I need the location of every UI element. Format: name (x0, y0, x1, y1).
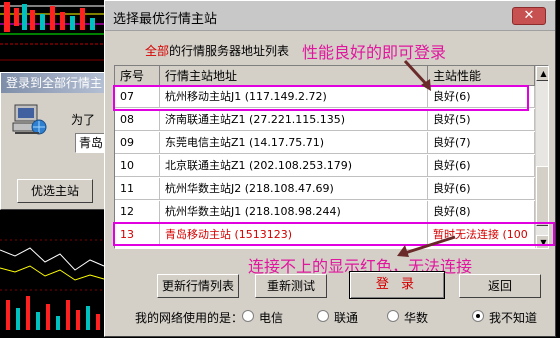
network-label: 我的网络使用的是： (135, 311, 244, 325)
dialog-title: 选择最优行情主站 (113, 12, 218, 27)
annotation-good-performance: 性能良好的即可登录 (302, 43, 447, 62)
dialog-titlebar: 选择最优行情主站 ✕ (105, 1, 555, 31)
scroll-up-icon[interactable]: ▲ (536, 66, 548, 81)
row-index: 09 (115, 132, 160, 154)
radio-unicom[interactable] (317, 310, 329, 322)
row-status: 良好(6) (428, 155, 535, 177)
row-status: 良好(7) (428, 132, 535, 154)
login-dialog-title: 登录到全部行情主 (1, 73, 111, 93)
table-row[interactable]: 08 济南联通主站Z1 (27.221.115.135) 良好(5) (115, 109, 535, 131)
network-type-group: 我的网络使用的是： 电信 联通 华数 我不知道 (135, 309, 555, 327)
close-icon: ✕ (523, 8, 535, 23)
select-server-dialog: 选择最优行情主站 ✕ 全部的行情服务器地址列表 性能良好的即可登录 序号 行情主… (104, 0, 556, 337)
row-address: 北京联通主站Z1 (202.108.253.179) (160, 155, 428, 177)
header-address[interactable]: 行情主站地址 (160, 66, 428, 86)
highlight-good-row (113, 85, 529, 111)
preferred-server-button[interactable]: 优选主站 (17, 179, 93, 203)
caption-rest: 的行情服务器地址列表 (169, 44, 290, 58)
back-button[interactable]: 返回 (459, 274, 541, 298)
server-list-caption: 全部的行情服务器地址列表 (145, 42, 289, 59)
radio-wasu[interactable] (387, 310, 399, 322)
login-button[interactable]: 登 录 (349, 271, 445, 299)
row-status: 良好(5) (428, 109, 535, 131)
radio-unknown-label[interactable]: 我不知道 (489, 309, 537, 326)
radio-unicom-label[interactable]: 联通 (334, 309, 358, 326)
row-address: 杭州华数主站J1 (218.108.98.244) (160, 201, 428, 223)
radio-wasu-label[interactable]: 华数 (404, 309, 428, 326)
row-index: 12 (115, 201, 160, 223)
retest-button[interactable]: 重新测试 (255, 274, 327, 298)
close-button[interactable]: ✕ (512, 7, 546, 25)
network-computer-icon (11, 103, 47, 139)
row-address: 东莞电信主站Z1 (14.17.75.71) (160, 132, 428, 154)
row-address: 杭州华数主站J2 (218.108.47.69) (160, 178, 428, 200)
header-index[interactable]: 序号 (115, 66, 160, 86)
row-address: 济南联通主站Z1 (27.221.115.135) (160, 109, 428, 131)
radio-telecom[interactable] (242, 310, 254, 322)
row-index: 11 (115, 178, 160, 200)
row-index: 10 (115, 155, 160, 177)
row-status: 良好(8) (428, 201, 535, 223)
update-list-button[interactable]: 更新行情列表 (157, 274, 239, 298)
login-prompt-text: 为了 (71, 113, 96, 127)
table-header: 序号 行情主站地址 主站性能 (115, 66, 535, 86)
caption-all: 全部 (145, 44, 170, 58)
radio-unknown[interactable] (472, 310, 484, 322)
highlight-error-row (113, 222, 555, 246)
table-row[interactable]: 10 北京联通主站Z1 (202.108.253.179) 良好(6) (115, 155, 535, 177)
radio-telecom-label[interactable]: 电信 (259, 309, 283, 326)
table-row[interactable]: 11 杭州华数主站J2 (218.108.47.69) 良好(6) (115, 178, 535, 200)
table-row[interactable]: 12 杭州华数主站J1 (218.108.98.244) 良好(8) (115, 201, 535, 223)
table-row[interactable]: 09 东莞电信主站Z1 (14.17.75.71) 良好(7) (115, 132, 535, 154)
header-performance[interactable]: 主站性能 (428, 66, 535, 86)
scroll-thumb[interactable] (536, 166, 548, 226)
row-status: 良好(6) (428, 178, 535, 200)
row-index: 08 (115, 109, 160, 131)
login-dialog-background: 登录到全部行情主 为了 青岛 优选主站 (0, 72, 115, 210)
